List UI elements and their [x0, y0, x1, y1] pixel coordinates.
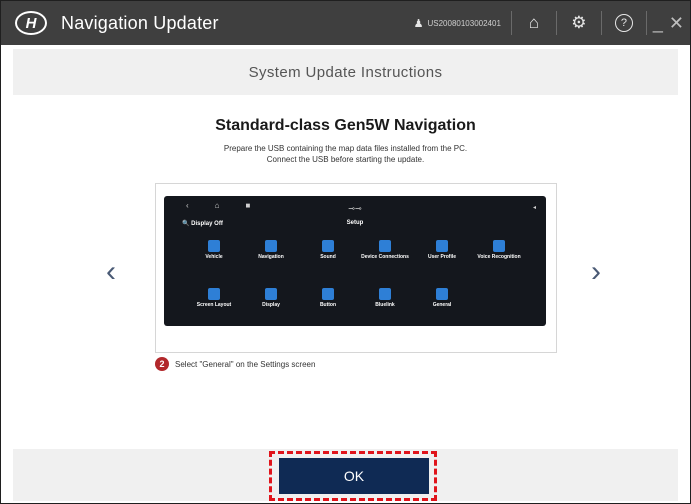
description-line-1: Prepare the USB containing the map data …	[223, 144, 468, 153]
help-icon: ?	[614, 14, 633, 32]
divider	[645, 11, 647, 35]
chevron-right-icon: ›	[591, 255, 601, 288]
screen-tile: Voice Recognition	[474, 240, 524, 260]
screen-tile: Display	[246, 288, 296, 308]
chevron-left-icon: ‹	[106, 255, 116, 288]
user-icon: ♟	[413, 17, 424, 30]
screen-tile: Sound	[303, 240, 353, 260]
minimize-button[interactable]: _	[653, 13, 663, 34]
hyundai-logo: H	[15, 11, 47, 35]
screen-tile: Vehicle	[189, 240, 239, 260]
description-line-2: Connect the USB before starting the upda…	[266, 155, 425, 164]
help-button[interactable]: ?	[602, 1, 646, 45]
screen-tile: Device Connections	[360, 240, 410, 260]
instruction-panel: Standard-class Gen5W Navigation Prepare …	[13, 95, 678, 449]
instruction-image: ‹ ⌂ ■ ⊸⊸ ◂ 🔍 Display Off Setup Vehicle Nav…	[155, 183, 557, 353]
screen-indicator: ⊸⊸	[348, 204, 362, 213]
screen-tile-general: General	[417, 288, 467, 308]
user-account[interactable]: ♟ US20080103002401	[414, 17, 501, 30]
step-number-badge: 2	[155, 357, 169, 371]
settings-button[interactable]: ⚙	[557, 1, 601, 45]
screen-tile: Screen Layout	[189, 288, 239, 308]
title-bar-controls: ♟ US20080103002401 ⌂ ⚙ ? _ ✕	[414, 1, 684, 45]
instruction-heading: Standard-class Gen5W Navigation	[215, 117, 476, 134]
app-window: H Navigation Updater ♟ US20080103002401 …	[0, 0, 691, 504]
window-controls: _ ✕	[653, 13, 684, 34]
instruction-step: 2 Select "General" on the Settings scree…	[155, 357, 315, 371]
next-arrow-button[interactable]: ›	[591, 255, 601, 289]
page-title: System Update Instructions	[13, 49, 678, 95]
title-bar: H Navigation Updater ♟ US20080103002401 …	[1, 1, 690, 45]
screen-tile: Navigation	[246, 240, 296, 260]
app-title: Navigation Updater	[61, 12, 219, 33]
screen-tile: Bluelink	[360, 288, 410, 308]
close-button[interactable]: ✕	[669, 13, 684, 34]
screen-tile: User Profile	[417, 240, 467, 260]
user-id: US20080103002401	[427, 18, 501, 28]
gear-icon: ⚙	[571, 13, 587, 32]
screen-tile: Button	[303, 288, 353, 308]
step-text: Select "General" on the Settings screen	[175, 359, 316, 369]
screen-title: Setup	[346, 220, 364, 226]
previous-arrow-button[interactable]: ‹	[106, 255, 116, 289]
ok-button[interactable]: OK	[279, 458, 429, 494]
car-screen-image: ‹ ⌂ ■ ⊸⊸ ◂ 🔍 Display Off Setup Vehicle Nav…	[164, 196, 546, 326]
instruction-description: Prepare the USB containing the map data …	[13, 143, 678, 165]
home-button[interactable]: ⌂	[512, 1, 556, 45]
screen-status-icon: ◂	[532, 205, 536, 211]
home-icon: ⌂	[528, 13, 540, 32]
